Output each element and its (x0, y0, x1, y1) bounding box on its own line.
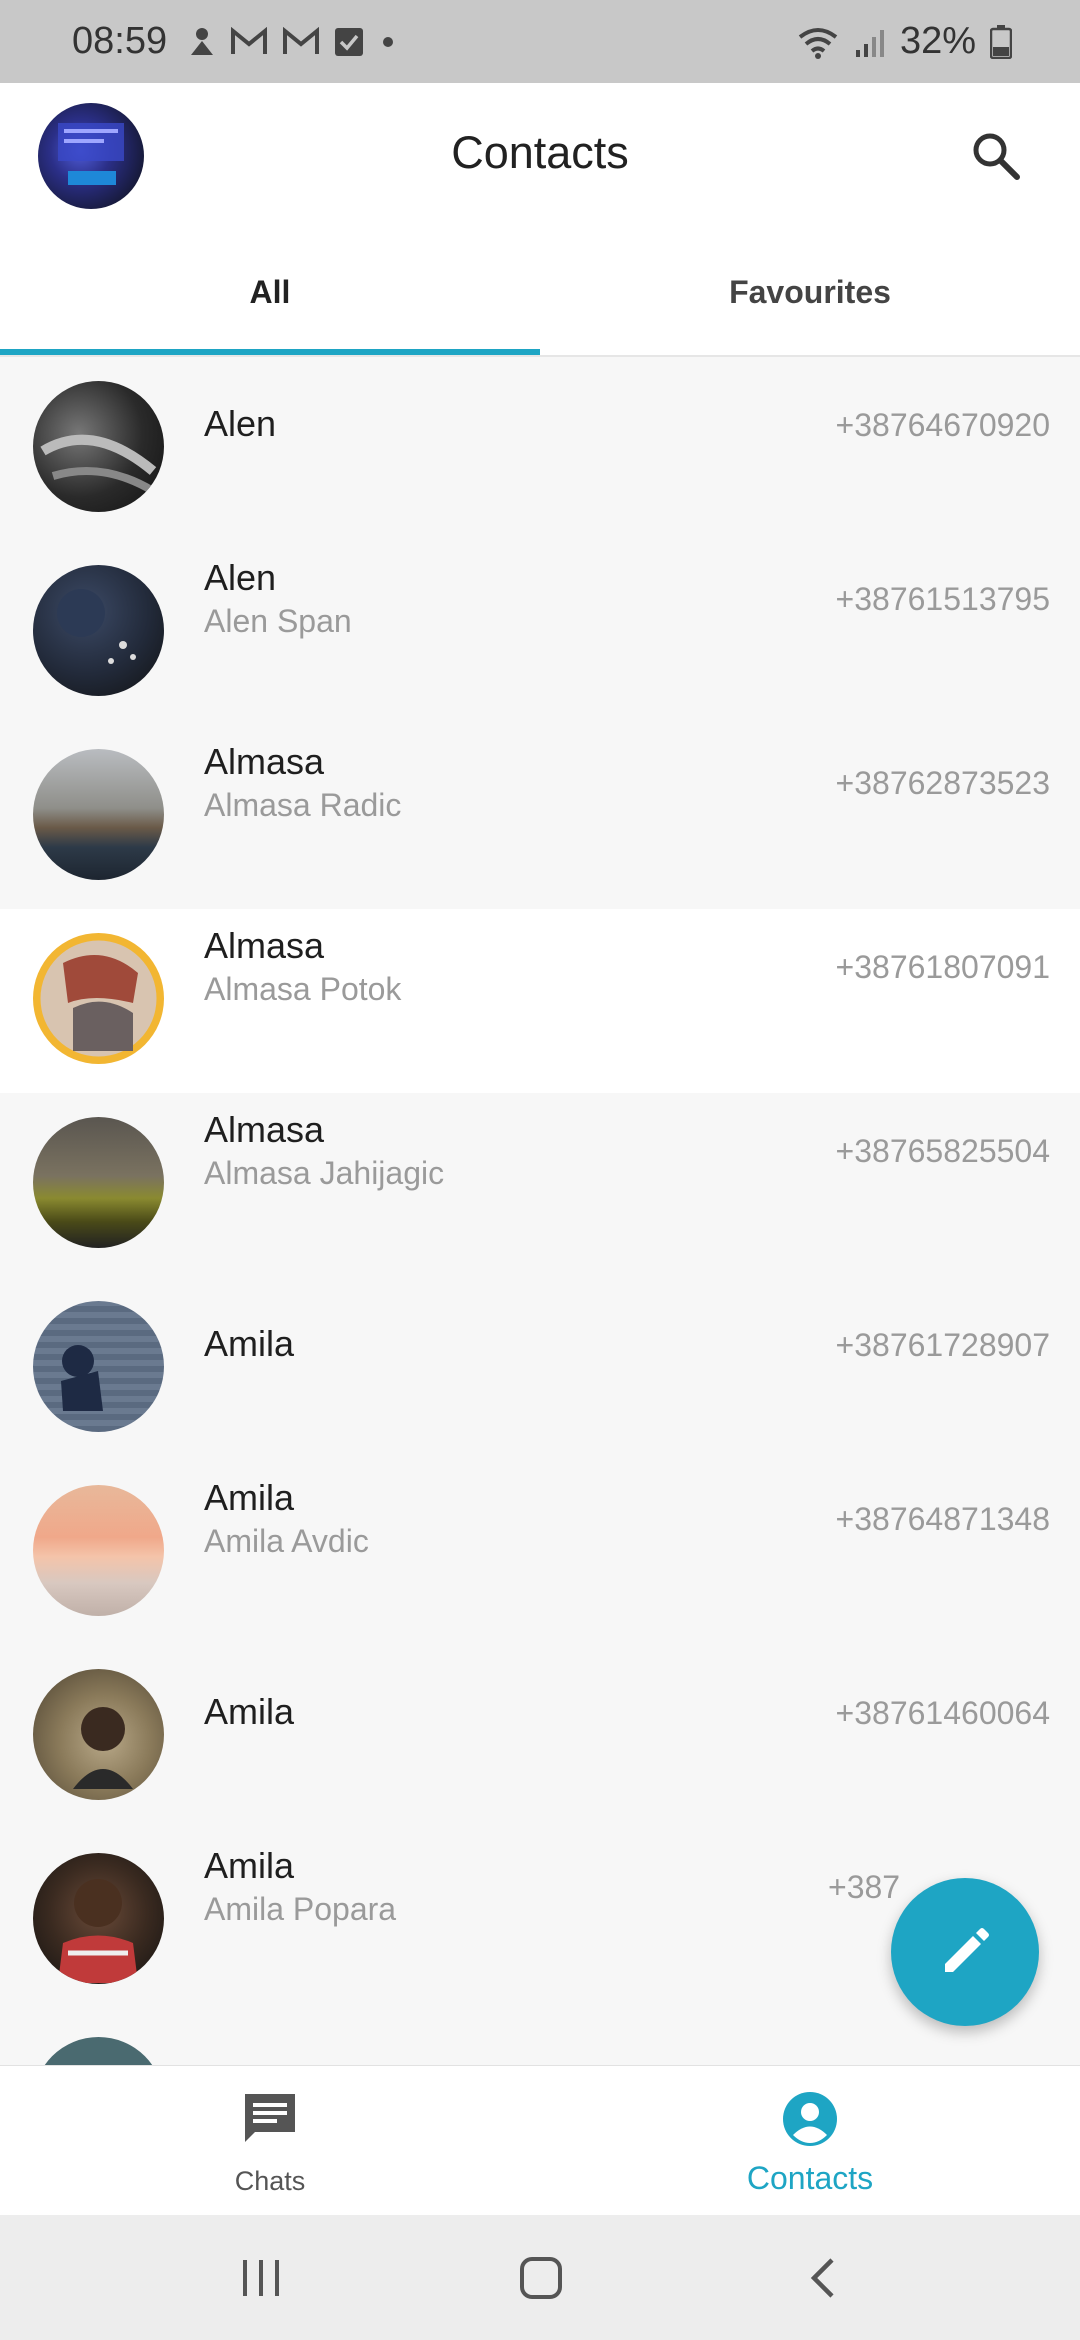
contact-name: Alen (204, 403, 277, 444)
tab-indicator (0, 349, 540, 355)
back-button[interactable] (793, 2253, 853, 2303)
contact-subname: Amila Avdic (204, 1523, 369, 1559)
contact-avatar (33, 2037, 164, 2065)
contact-name: Amila (204, 1691, 295, 1732)
contact-row[interactable]: Almasa Almasa Jahijagic +38765825504 (0, 1093, 1080, 1277)
contact-name: Almasa (204, 1109, 325, 1150)
contact-name: Alen (204, 557, 277, 598)
contact-avatar (33, 381, 164, 512)
battery-percent: 32% (899, 20, 976, 62)
dot-icon (378, 36, 398, 48)
tab-all[interactable]: All (0, 233, 540, 351)
gmail-icon (282, 27, 320, 57)
bottom-nav: Chats Contacts (0, 2065, 1080, 2216)
pencil-icon (945, 1928, 989, 1972)
contact-name: Amila (204, 1477, 295, 1518)
contact-phone: +38764871348 (835, 1501, 1050, 1537)
contact-phone: +38764670920 (835, 407, 1050, 443)
contact-subname: Alen Span (204, 603, 352, 639)
contact-subname: Almasa Jahijagic (204, 1155, 445, 1191)
status-notification-icons (188, 22, 398, 62)
contact-subname: Almasa Radic (204, 787, 402, 823)
contact-row[interactable] (0, 2013, 1080, 2065)
contact-avatar (33, 933, 164, 1064)
contact-row[interactable]: Amila +38761728907 (0, 1277, 1080, 1461)
nav-chats-label: Chats (234, 2166, 306, 2196)
signal-icon (854, 26, 886, 58)
chat-icon (245, 2094, 295, 2142)
tab-bar: All Favourites (0, 233, 1080, 357)
wifi-icon (796, 25, 840, 59)
contact-row[interactable]: Amila +38761460064 (0, 1645, 1080, 1829)
nav-contacts[interactable]: Contacts (540, 2066, 1080, 2216)
contact-phone: +387 (828, 1869, 901, 1905)
notification-icon (188, 25, 216, 59)
contact-avatar (33, 565, 164, 696)
contact-avatar (33, 1301, 164, 1432)
contact-name: Amila (204, 1845, 295, 1886)
status-right-icons: 32% (796, 20, 1012, 63)
contact-name: Amila (204, 1323, 295, 1364)
search-button[interactable] (965, 125, 1027, 187)
contact-avatar (33, 1853, 164, 1984)
checkbox-icon (334, 27, 364, 57)
contact-phone: +38765825504 (835, 1133, 1050, 1169)
account-circle-icon (783, 2092, 837, 2146)
system-nav-bar (0, 2215, 1080, 2340)
tab-favourites[interactable]: Favourites (540, 233, 1080, 351)
contact-subname: Amila Popara (204, 1891, 397, 1927)
battery-icon (990, 24, 1012, 59)
contact-avatar (33, 1485, 164, 1616)
contact-phone: +38762873523 (835, 765, 1050, 801)
contact-avatar (33, 1669, 164, 1800)
status-time: 08:59 (72, 20, 168, 62)
page-title: Contacts (451, 127, 629, 178)
home-button[interactable] (511, 2253, 571, 2303)
back-icon (810, 2258, 834, 2298)
nav-contacts-label: Contacts (746, 2160, 874, 2196)
contact-list[interactable]: Alen +38764670920 Alen Alen Span +387615… (0, 357, 1080, 2065)
gmail-icon (230, 27, 268, 57)
contact-subname: Almasa Potok (204, 971, 402, 1007)
contact-name: Almasa (204, 741, 325, 782)
search-icon (973, 133, 1020, 180)
contact-row[interactable]: Almasa Almasa Radic +38762873523 (0, 725, 1080, 909)
app-bar: Contacts (0, 83, 1080, 233)
contact-avatar (33, 1117, 164, 1248)
contact-row[interactable]: Alen +38764670920 (0, 357, 1080, 541)
contact-phone: +38761460064 (835, 1695, 1050, 1731)
contact-row[interactable]: Amila Amila Avdic +38764871348 (0, 1461, 1080, 1645)
contact-phone: +38761807091 (835, 949, 1050, 985)
status-bar: 08:59 32% (0, 0, 1080, 83)
recents-button[interactable] (231, 2253, 291, 2303)
recents-icon (243, 2260, 279, 2296)
nav-chats[interactable]: Chats (0, 2066, 540, 2216)
contact-row[interactable]: Almasa Almasa Potok +38761807091 (0, 909, 1080, 1093)
contact-row[interactable]: Alen Alen Span +38761513795 (0, 541, 1080, 725)
home-icon (520, 2257, 562, 2299)
compose-fab[interactable] (891, 1878, 1039, 2026)
contact-phone: +38761513795 (835, 581, 1050, 617)
contact-avatar (33, 749, 164, 880)
contact-phone: +38761728907 (835, 1327, 1050, 1363)
contact-name: Almasa (204, 925, 325, 966)
